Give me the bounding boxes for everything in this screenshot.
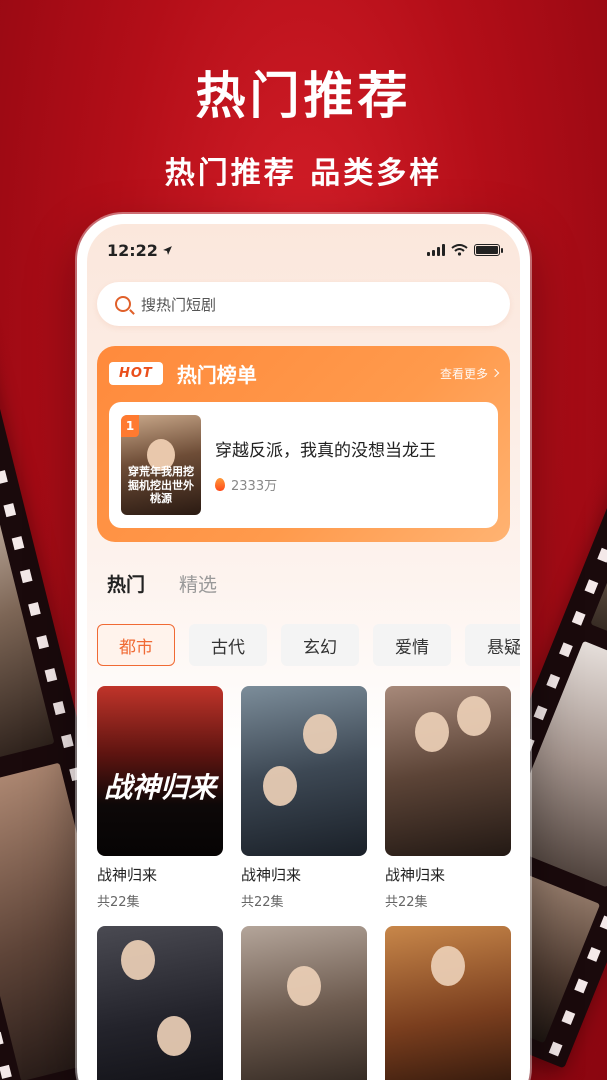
poster-figure xyxy=(157,1016,191,1056)
status-time: 12:22 xyxy=(107,240,158,260)
drama-poster: 战神归来 xyxy=(97,686,223,856)
location-arrow-icon xyxy=(163,245,172,255)
app-screen: 12:22 搜热门短剧 HOT 热门榜单 查看更多 穿荒年我用挖掘机挖出世外桃源… xyxy=(87,224,520,1080)
promo-stage: 热门推荐 热门推荐 品类多样 12:22 搜热门短剧 HOT 热门榜单 查看更多… xyxy=(0,0,607,1080)
poster-figure xyxy=(431,946,465,986)
poster-figure xyxy=(457,696,491,736)
ranking-heat: 2333万 xyxy=(215,475,436,494)
category-chips: 都市 古代 玄幻 爱情 悬疑 xyxy=(97,624,520,666)
drama-poster xyxy=(385,926,511,1080)
drama-episodes: 共22集 xyxy=(241,895,284,910)
phone-mockup: 12:22 搜热门短剧 HOT 热门榜单 查看更多 穿荒年我用挖掘机挖出世外桃源… xyxy=(77,214,530,1080)
poster-figure xyxy=(287,966,321,1006)
chevron-right-icon xyxy=(490,368,500,378)
drama-card[interactable]: 战神归来 共22集 xyxy=(241,686,367,910)
poster-figure xyxy=(303,714,337,754)
hot-ranking-title: 热门榜单 xyxy=(176,362,257,387)
ranking-item-title: 穿越反派，我真的没想当龙王 xyxy=(215,441,436,461)
drama-grid: 战神归来 战神归来 共22集 战神归来 共22集 战神归来 共22集 xyxy=(97,686,511,1080)
search-icon xyxy=(115,296,131,312)
flame-icon xyxy=(215,478,225,491)
category-chip-urban[interactable]: 都市 xyxy=(97,624,175,666)
ranking-item[interactable]: 穿荒年我用挖掘机挖出世外桃源 1 穿越反派，我真的没想当龙王 2333万 xyxy=(109,402,498,528)
drama-title: 战神归来 xyxy=(385,866,446,884)
heat-count: 2333万 xyxy=(231,479,278,494)
category-chip-ancient[interactable]: 古代 xyxy=(189,624,267,666)
view-more-label: 查看更多 xyxy=(439,366,488,381)
cover-title-art: 穿荒年我用挖掘机挖出世外桃源 xyxy=(128,465,194,505)
promo-subline: 热门推荐 品类多样 xyxy=(164,156,443,191)
tab-featured[interactable]: 精选 xyxy=(179,570,217,597)
category-chip-fantasy[interactable]: 玄幻 xyxy=(281,624,359,666)
battery-icon xyxy=(474,244,503,256)
rank-number: 1 xyxy=(121,415,139,437)
drama-card[interactable] xyxy=(97,926,223,1080)
drama-episodes: 共22集 xyxy=(385,895,428,910)
drama-poster xyxy=(241,686,367,856)
poster-figure xyxy=(415,712,449,752)
drama-card[interactable]: 战神归来 战神归来 共22集 xyxy=(97,686,223,910)
drama-poster xyxy=(241,926,367,1080)
poster-title-art: 战神归来 xyxy=(103,771,216,804)
drama-card[interactable] xyxy=(241,926,367,1080)
promo-headline: 热门推荐 xyxy=(195,67,412,125)
drama-title: 战神归来 xyxy=(241,866,302,884)
poster-figure xyxy=(121,940,155,980)
drama-poster xyxy=(385,686,511,856)
category-chip-mystery[interactable]: 悬疑 xyxy=(465,624,520,666)
drama-card[interactable] xyxy=(385,926,511,1080)
view-more-link[interactable]: 查看更多 xyxy=(439,365,500,382)
search-placeholder: 搜热门短剧 xyxy=(141,295,217,314)
search-bar[interactable]: 搜热门短剧 xyxy=(97,282,510,326)
ranking-cover: 穿荒年我用挖掘机挖出世外桃源 1 xyxy=(121,415,201,515)
wifi-icon xyxy=(451,244,468,256)
drama-title: 战神归来 xyxy=(97,866,158,884)
hot-badge: HOT xyxy=(109,361,163,385)
cellular-signal-icon xyxy=(427,244,445,256)
tab-hot[interactable]: 热门 xyxy=(107,570,145,597)
drama-poster xyxy=(97,926,223,1080)
status-bar: 12:22 xyxy=(107,238,503,262)
hot-ranking-card: HOT 热门榜单 查看更多 穿荒年我用挖掘机挖出世外桃源 1 穿越反派，我真的没… xyxy=(97,346,510,542)
drama-card[interactable]: 战神归来 共22集 xyxy=(385,686,511,910)
drama-episodes: 共22集 xyxy=(97,895,140,910)
category-chip-romance[interactable]: 爱情 xyxy=(373,624,451,666)
content-tabs: 热门 精选 xyxy=(107,570,217,597)
poster-figure xyxy=(263,766,297,806)
